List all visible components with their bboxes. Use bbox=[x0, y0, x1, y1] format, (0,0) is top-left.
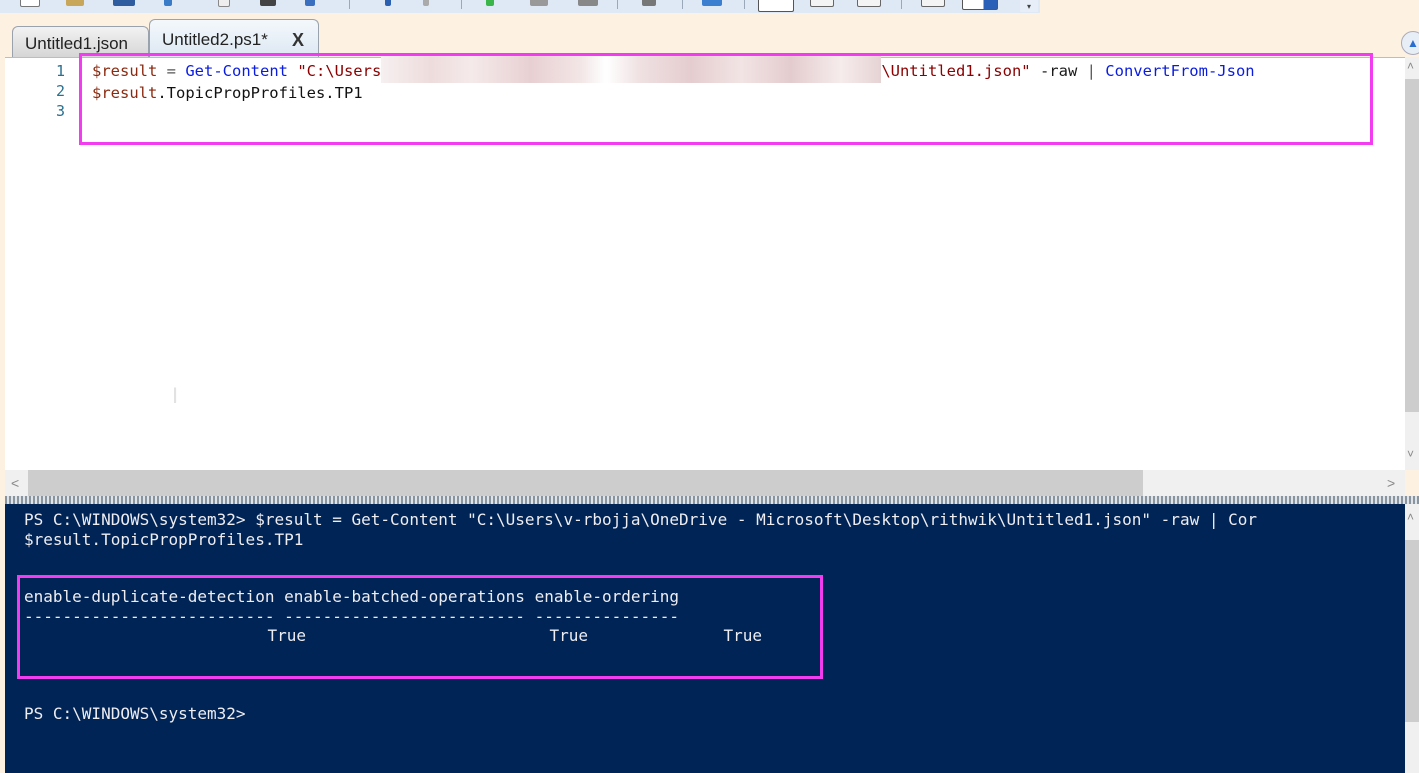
stop-icon[interactable] bbox=[578, 0, 598, 6]
column-separator: ------------------------- bbox=[284, 607, 525, 626]
save-icon[interactable] bbox=[113, 0, 135, 6]
powershell-icon[interactable] bbox=[702, 0, 722, 6]
code-pipe: | bbox=[1077, 62, 1106, 80]
copy-icon[interactable] bbox=[218, 0, 230, 7]
redo-icon[interactable] bbox=[423, 0, 429, 6]
line-number: 2 bbox=[55, 82, 65, 100]
tab-untitled2-ps1[interactable]: Untitled2.ps1* X bbox=[149, 19, 319, 57]
output-table-separator: -------------------------- -------------… bbox=[24, 607, 679, 627]
code-string: \Untitled1.json" bbox=[881, 62, 1031, 80]
run-icon[interactable] bbox=[486, 0, 494, 6]
toolbar: ▾ bbox=[0, 0, 1040, 14]
text-cursor-icon: I bbox=[172, 383, 179, 408]
scrollbar-thumb[interactable] bbox=[1405, 79, 1419, 412]
code-line-1: $result = Get-Content "C:\Users \Untitled… bbox=[92, 55, 1255, 83]
toolbar-separator bbox=[682, 0, 683, 9]
code-parameter: -raw bbox=[1030, 62, 1078, 80]
collapse-chevron-up-icon[interactable]: ▲ bbox=[1401, 31, 1419, 55]
close-tab-icon[interactable]: X bbox=[292, 20, 304, 60]
tab-untitled1-json[interactable]: Untitled1.json bbox=[12, 26, 149, 57]
console-pane[interactable]: PS C:\WINDOWS\system32> $result = Get-Co… bbox=[5, 504, 1405, 773]
code-cmdlet: Get-Content bbox=[185, 62, 288, 80]
script-code[interactable]: $result = Get-Content "C:\Users \Untitled… bbox=[92, 55, 1255, 123]
column-separator: -------------------------- bbox=[24, 607, 275, 626]
scroll-right-icon[interactable]: > bbox=[1387, 475, 1395, 491]
clear-icon[interactable] bbox=[305, 0, 315, 6]
column-header: enable-duplicate-detection bbox=[24, 587, 275, 606]
code-cmdlet: ConvertFrom-Json bbox=[1105, 62, 1255, 80]
code-line-2: $result.TopicPropProfiles.TP1 bbox=[92, 83, 1255, 103]
script-editor[interactable]: 1 2 3 $result = Get-Content "C:\Users \Un… bbox=[5, 55, 1405, 471]
tab-label: Untitled2.ps1* bbox=[162, 30, 268, 49]
code-member: .TopicPropProfiles.TP1 bbox=[157, 84, 363, 102]
line-number: 1 bbox=[55, 62, 65, 80]
cut-icon[interactable] bbox=[164, 0, 172, 6]
open-file-icon[interactable] bbox=[66, 0, 84, 6]
console-prompt[interactable]: PS C:\WINDOWS\system32> bbox=[24, 704, 246, 724]
redacted-path bbox=[381, 55, 882, 83]
console-vertical-scrollbar[interactable]: ˄ bbox=[1405, 504, 1419, 773]
code-variable: $result bbox=[92, 84, 158, 102]
editor-horizontal-scrollbar[interactable]: < > bbox=[5, 470, 1405, 496]
layout-script-top-icon[interactable] bbox=[758, 0, 794, 12]
scroll-up-icon[interactable]: ˄ bbox=[1407, 510, 1414, 524]
paste-icon[interactable] bbox=[260, 0, 276, 6]
column-separator: --------------- bbox=[534, 607, 680, 626]
toolbar-separator bbox=[744, 0, 745, 9]
toolbar-separator bbox=[617, 0, 618, 9]
layout-script-right-icon[interactable] bbox=[810, 0, 834, 7]
show-script-icon[interactable] bbox=[921, 0, 945, 7]
pane-splitter[interactable] bbox=[5, 496, 1419, 504]
code-string: "C:\Users bbox=[287, 62, 382, 80]
scroll-left-icon[interactable]: < bbox=[11, 475, 19, 491]
column-header: enable-batched-operations bbox=[284, 587, 525, 606]
scroll-up-icon[interactable]: ˄ bbox=[1407, 59, 1414, 73]
layout-script-max-icon[interactable] bbox=[857, 0, 881, 7]
toolbar-separator bbox=[461, 0, 462, 9]
console-continuation-line: $result.TopicPropProfiles.TP1 bbox=[24, 530, 304, 549]
new-file-icon[interactable] bbox=[20, 0, 40, 7]
show-console-icon[interactable] bbox=[962, 0, 998, 10]
undo-icon[interactable] bbox=[385, 0, 391, 6]
tab-label: Untitled1.json bbox=[25, 34, 129, 53]
remote-icon[interactable] bbox=[642, 0, 656, 6]
toolbar-separator bbox=[349, 0, 350, 9]
column-header: enable-ordering bbox=[534, 587, 680, 606]
table-cell: True bbox=[267, 626, 306, 645]
output-table-header: enable-duplicate-detection enable-batche… bbox=[24, 587, 679, 607]
output-table-row: True True True bbox=[24, 626, 762, 646]
scroll-down-icon[interactable]: ˅ bbox=[1407, 447, 1414, 461]
run-selection-icon[interactable] bbox=[530, 0, 548, 6]
line-number-gutter: 1 2 3 bbox=[5, 58, 73, 471]
code-variable: $result bbox=[92, 62, 158, 80]
tab-bar: Untitled1.json Untitled2.ps1* X ▲ bbox=[0, 13, 1419, 57]
scrollbar-thumb[interactable] bbox=[1405, 540, 1419, 722]
toolbar-overflow-button[interactable]: ▾ bbox=[1020, 0, 1038, 12]
table-cell: True bbox=[723, 626, 762, 645]
console-command-line: PS C:\WINDOWS\system32> $result = Get-Co… bbox=[24, 510, 1257, 529]
table-cell: True bbox=[549, 626, 588, 645]
scrollbar-thumb[interactable] bbox=[28, 470, 1143, 496]
code-operator: = bbox=[157, 62, 186, 80]
editor-vertical-scrollbar[interactable]: ˄ ˅ bbox=[1405, 57, 1419, 470]
toolbar-separator bbox=[901, 0, 902, 9]
line-number: 3 bbox=[55, 102, 65, 120]
